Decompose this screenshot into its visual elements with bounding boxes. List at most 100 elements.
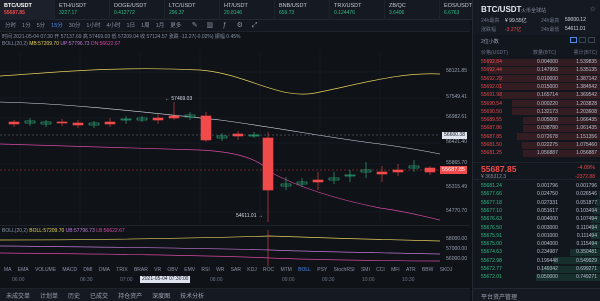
bid-row[interactable]: 55675.00 0.004000 0.115494: [473, 240, 600, 248]
fullscreen-icon[interactable]: ⤢: [250, 21, 259, 30]
depth-precision-select[interactable]: 2位小数: [481, 38, 499, 45]
view-both-icon[interactable]: [570, 37, 577, 43]
ask-row[interactable]: 55681.25 1.056887 1.056887: [473, 149, 600, 157]
draw-tools-icon[interactable]: ✎: [190, 21, 199, 30]
indicator-tab[interactable]: SKDJ: [440, 267, 453, 273]
indicator-tab[interactable]: MACD: [62, 267, 77, 273]
ticker-item[interactable]: ZB/QC 3.6406: [385, 0, 440, 20]
ticker-item[interactable]: DOGE/USDT 0.412772: [110, 0, 165, 20]
bottom-tab[interactable]: 深度图: [152, 291, 170, 300]
bid-row[interactable]: 55672.77 0.149342 0.699271: [473, 265, 600, 273]
ask-row[interactable]: 55689.55 0.005000 1.066435: [473, 116, 600, 124]
ask-row[interactable]: 55687.85 0.072678 1.151356: [473, 133, 600, 141]
indicator-tab[interactable]: KDJ: [247, 267, 256, 273]
indicator-tab[interactable]: TRIX: [116, 267, 127, 273]
bid-row[interactable]: 55677.18 0.027331 0.051877: [473, 199, 600, 207]
indicator-tab[interactable]: SAR: [231, 267, 241, 273]
ask-row[interactable]: 55687.86 0.038780 1.061435: [473, 124, 600, 132]
indicator-tab[interactable]: WR: [216, 267, 224, 273]
interval-tab[interactable]: 1日: [124, 20, 139, 32]
indicator-tab[interactable]: SMI: [361, 267, 370, 273]
bottom-tab[interactable]: 历史: [68, 291, 80, 300]
ticker-item[interactable]: ETH/USDT 3227.17: [55, 0, 110, 20]
bid-row[interactable]: 55672.98 0.199448 0.549929: [473, 257, 600, 265]
bid-row[interactable]: 55675.91 0.001000 0.111494: [473, 232, 600, 240]
bottom-tab[interactable]: 计划单: [40, 291, 58, 300]
indicator-tab[interactable]: RSI: [201, 267, 209, 273]
interval-tab[interactable]: 30分: [66, 20, 84, 32]
view-bids-icon[interactable]: [579, 37, 586, 43]
ticker-item[interactable]: HT/USDT 20.8146: [220, 0, 275, 20]
interval-tab[interactable]: 1周: [138, 20, 153, 32]
indicator-tab[interactable]: ATR: [406, 267, 416, 273]
interval-tab[interactable]: 15分: [48, 20, 66, 32]
candle-body: [104, 121, 116, 125]
indicator-tab[interactable]: DMI: [83, 267, 92, 273]
bid-row[interactable]: 55672.01 0.050000 0.749271: [473, 273, 600, 281]
indicator-tab[interactable]: DMA: [99, 267, 110, 273]
bid-row[interactable]: 55677.66 0.024750 0.026546: [473, 190, 600, 198]
bottom-tab[interactable]: 持仓资产: [118, 291, 142, 300]
indicator-tab[interactable]: BRAR: [134, 267, 148, 273]
ask-row[interactable]: 55692.84 0.004000 1.539835: [473, 58, 600, 66]
ticker-item[interactable]: BTC/USDT 55687.85: [0, 0, 55, 20]
interval-tab[interactable]: 更多: [167, 20, 184, 32]
indicator-panel[interactable]: BOLL(20,2) BOLL:57209.70 UB:57796.73 LB:…: [0, 225, 470, 266]
ask-row[interactable]: 55681.50 0.022275 1.075460: [473, 141, 600, 149]
ask-row[interactable]: 55692.01 0.015000 1.384542: [473, 83, 600, 91]
indicator-tab[interactable]: PSY: [317, 267, 327, 273]
indicator-tab[interactable]: MTM: [280, 267, 291, 273]
interval-tab[interactable]: 1分: [19, 20, 34, 32]
bid-row[interactable]: 55681.24 0.001796 0.001796: [473, 182, 600, 190]
bottom-tab[interactable]: 已成交: [90, 291, 108, 300]
exchange-name[interactable]: 火币全球站: [521, 7, 546, 14]
ask-row[interactable]: 55691.98 0.165714 1.369542: [473, 91, 600, 99]
interval-tab[interactable]: 5分: [34, 20, 49, 32]
ticker-item[interactable]: TRX/USDT 0.124476: [330, 0, 385, 20]
indicator-tab[interactable]: OBV: [167, 267, 178, 273]
settings-icon[interactable]: ⚙: [235, 21, 244, 30]
interval-tab[interactable]: 4小时: [103, 20, 123, 32]
chart-type-icon[interactable]: ▥: [205, 21, 214, 30]
bottom-tab[interactable]: 技术分析: [180, 291, 204, 300]
row-price: 55675.00: [481, 241, 502, 248]
ask-row[interactable]: 55692.29 0.010000 1.387142: [473, 75, 600, 83]
time-tick-label: 09:30: [322, 277, 335, 283]
view-asks-icon[interactable]: [588, 37, 595, 43]
star-icon[interactable]: ☆: [590, 5, 596, 13]
indicator-tab[interactable]: CCI: [376, 267, 385, 273]
interval-tab[interactable]: 分时: [2, 20, 19, 32]
bid-row[interactable]: 55677.10 0.051617 0.103494: [473, 207, 600, 215]
indicator-tab[interactable]: BBW: [422, 267, 433, 273]
interval-tab[interactable]: 1月: [153, 20, 168, 32]
bid-row[interactable]: 55674.63 0.234987 0.350481: [473, 248, 600, 256]
bid-row[interactable]: 55676.50 0.003000 0.110494: [473, 224, 600, 232]
indicator-tab[interactable]: BOLL: [298, 267, 311, 273]
ticker-item[interactable]: BNB/USDT 659.73: [275, 0, 330, 20]
bottom-tab[interactable]: 未成交单: [6, 291, 30, 300]
ticker-pair: HT/USDT: [224, 3, 248, 9]
stat-label-3: 涨跌幅: [481, 27, 497, 33]
ticker-item[interactable]: LTC/USDT 296.37: [165, 0, 220, 20]
ask-row[interactable]: 55690.50 0.132173 1.203608: [473, 108, 600, 116]
indicator-tab[interactable]: EMA: [18, 267, 29, 273]
candlestick-chart[interactable]: 时间 2021-05-04 07:30 开 57137.69 高 57469.0…: [0, 32, 470, 222]
ask-row[interactable]: 55692.44 0.147993 1.535135: [473, 66, 600, 74]
indicator-tab[interactable]: ROC: [263, 267, 274, 273]
indicator-tab[interactable]: VR: [154, 267, 161, 273]
indicator-tab[interactable]: MFI: [391, 267, 400, 273]
ohlc-readout: 时间 2021-05-04 07:30 开 57137.69 高 57469.0…: [2, 34, 241, 40]
time-axis: 2021-05-04 07:30:00 06:00 06:30 07:00 08:00…: [0, 275, 470, 285]
ticker-value: 3.6406: [389, 10, 405, 16]
indicator-tab[interactable]: VOLUME: [35, 267, 56, 273]
indicator-icon[interactable]: ƒ: [220, 21, 229, 30]
chart-canvas[interactable]: [0, 32, 470, 222]
bid-row[interactable]: 55676.63 0.004000 0.107494: [473, 215, 600, 223]
ask-row[interactable]: 55690.54 0.000220 1.203828: [473, 100, 600, 108]
row-qty: 0.015000: [537, 83, 558, 90]
indicator-tab[interactable]: EMV: [184, 267, 195, 273]
indicator-tab[interactable]: MA: [4, 267, 12, 273]
asset-management-footer[interactable]: 平台资产管理: [473, 288, 600, 301]
interval-tab[interactable]: 1小时: [83, 20, 103, 32]
indicator-tab[interactable]: StochRSI: [334, 267, 355, 273]
